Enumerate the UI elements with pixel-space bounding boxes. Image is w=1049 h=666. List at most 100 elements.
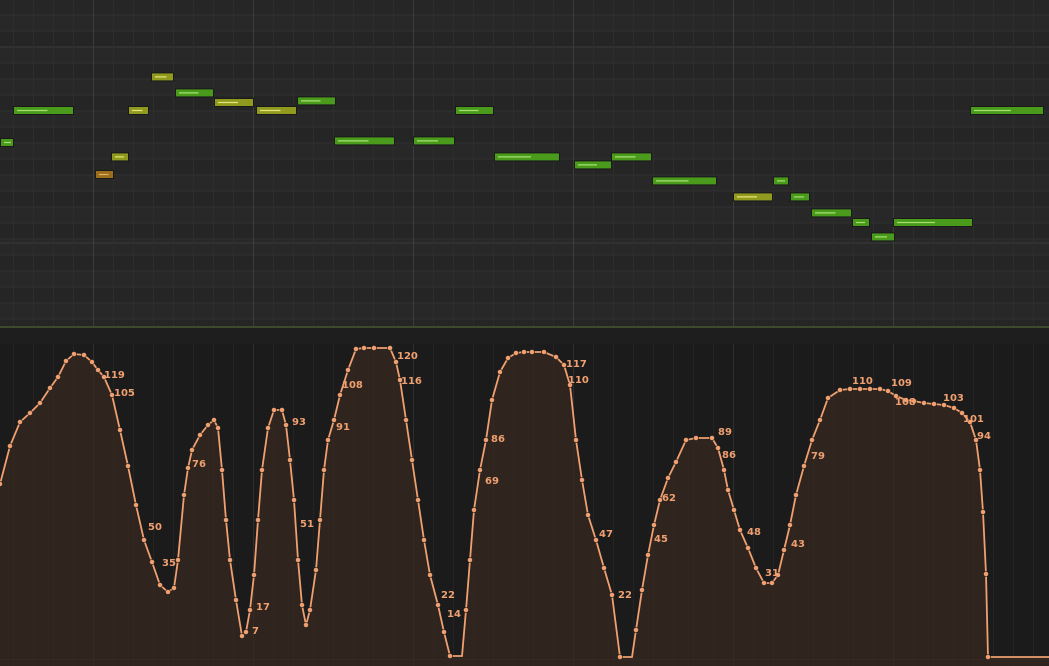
midi-note[interactable] xyxy=(95,170,114,179)
automation-point[interactable] xyxy=(693,435,699,441)
automation-point[interactable] xyxy=(189,447,195,453)
automation-point[interactable] xyxy=(337,392,343,398)
midi-note[interactable] xyxy=(652,176,717,186)
midi-note[interactable] xyxy=(871,232,895,242)
automation-point[interactable] xyxy=(847,386,853,392)
automation-point[interactable] xyxy=(81,352,87,358)
automation-point[interactable] xyxy=(673,459,679,465)
automation-point[interactable] xyxy=(47,385,53,391)
automation-point[interactable] xyxy=(809,437,815,443)
automation-point[interactable] xyxy=(353,346,359,352)
automation-point[interactable] xyxy=(683,437,689,443)
automation-point[interactable] xyxy=(521,349,527,355)
automation-point[interactable] xyxy=(55,374,61,380)
automation-point[interactable] xyxy=(769,580,775,586)
midi-note[interactable] xyxy=(811,208,852,218)
automation-point[interactable] xyxy=(265,425,271,431)
automation-point[interactable] xyxy=(761,580,767,586)
automation-point[interactable] xyxy=(601,565,607,571)
note-grid[interactable] xyxy=(0,0,1049,328)
automation-point[interactable] xyxy=(931,401,937,407)
automation-point[interactable] xyxy=(801,463,807,469)
automation-point[interactable] xyxy=(467,557,473,563)
midi-note[interactable] xyxy=(128,106,149,115)
automation-point[interactable] xyxy=(133,502,139,508)
automation-point[interactable] xyxy=(837,387,843,393)
automation-point[interactable] xyxy=(725,487,731,493)
midi-note[interactable] xyxy=(413,136,455,146)
automation-point[interactable] xyxy=(95,367,101,373)
automation-point[interactable] xyxy=(307,607,313,613)
automation-point[interactable] xyxy=(7,443,13,449)
automation-point[interactable] xyxy=(489,397,495,403)
automation-point[interactable] xyxy=(877,386,883,392)
automation-point[interactable] xyxy=(415,497,421,503)
automation-point[interactable] xyxy=(665,475,671,481)
automation-point[interactable] xyxy=(299,602,305,608)
automation-point[interactable] xyxy=(17,419,23,425)
midi-note[interactable] xyxy=(214,98,254,107)
automation-point[interactable] xyxy=(283,422,289,428)
automation-point[interactable] xyxy=(477,467,483,473)
automation-point[interactable] xyxy=(361,345,367,351)
automation-point[interactable] xyxy=(247,607,253,613)
automation-point[interactable] xyxy=(0,481,3,487)
automation-point[interactable] xyxy=(483,437,489,443)
midi-note[interactable] xyxy=(852,218,870,227)
automation-point[interactable] xyxy=(513,350,519,356)
automation-point[interactable] xyxy=(983,571,989,577)
automation-point[interactable] xyxy=(345,367,351,373)
automation-point[interactable] xyxy=(37,400,43,406)
midi-note[interactable] xyxy=(494,152,560,162)
automation-point[interactable] xyxy=(409,457,415,463)
automation-point[interactable] xyxy=(731,507,737,513)
automation-point[interactable] xyxy=(197,432,203,438)
automation-point[interactable] xyxy=(825,395,831,401)
automation-point[interactable] xyxy=(709,435,715,441)
automation-point[interactable] xyxy=(553,354,559,360)
automation-point[interactable] xyxy=(753,565,759,571)
automation-point[interactable] xyxy=(985,654,991,660)
automation-lane[interactable]: 119 105 50 35 76 17 7 93 51 91 108 120 116 22 14 86 69 11… xyxy=(0,344,1049,666)
automation-point[interactable] xyxy=(211,417,217,423)
automation-point[interactable] xyxy=(497,369,503,375)
midi-note[interactable] xyxy=(256,106,297,115)
automation-point[interactable] xyxy=(227,557,233,563)
midi-note[interactable] xyxy=(893,218,973,227)
automation-point[interactable] xyxy=(651,522,657,528)
automation-point[interactable] xyxy=(980,509,986,515)
automation-point[interactable] xyxy=(317,517,323,523)
automation-point[interactable] xyxy=(279,407,285,413)
automation-point[interactable] xyxy=(165,589,171,595)
automation-point[interactable] xyxy=(325,437,331,443)
automation-point[interactable] xyxy=(71,351,77,357)
automation-point[interactable] xyxy=(219,467,225,473)
automation-graph[interactable]: 119 105 50 35 76 17 7 93 51 91 108 120 116 22 14 86 69 11… xyxy=(0,344,1049,666)
automation-point[interactable] xyxy=(239,633,245,639)
midi-note[interactable] xyxy=(297,96,336,106)
automation-point[interactable] xyxy=(721,467,727,473)
automation-point[interactable] xyxy=(639,587,645,593)
automation-point[interactable] xyxy=(371,345,377,351)
automation-point[interactable] xyxy=(737,527,743,533)
automation-point[interactable] xyxy=(441,629,447,635)
automation-point[interactable] xyxy=(529,349,535,355)
automation-point[interactable] xyxy=(117,427,123,433)
automation-point[interactable] xyxy=(885,388,891,394)
automation-point[interactable] xyxy=(233,597,239,603)
automation-point[interactable] xyxy=(403,417,409,423)
midi-note[interactable] xyxy=(334,136,395,146)
automation-point[interactable] xyxy=(447,653,453,659)
automation-point[interactable] xyxy=(181,492,187,498)
midi-note[interactable] xyxy=(574,160,612,170)
automation-point[interactable] xyxy=(745,545,751,551)
midi-note[interactable] xyxy=(175,88,214,98)
automation-point[interactable] xyxy=(171,585,177,591)
automation-point[interactable] xyxy=(541,349,547,355)
automation-point[interactable] xyxy=(463,607,469,613)
automation-point[interactable] xyxy=(63,358,69,364)
automation-point[interactable] xyxy=(645,552,651,558)
automation-point[interactable] xyxy=(215,425,221,431)
midi-note[interactable] xyxy=(455,106,494,115)
automation-point[interactable] xyxy=(313,567,319,573)
